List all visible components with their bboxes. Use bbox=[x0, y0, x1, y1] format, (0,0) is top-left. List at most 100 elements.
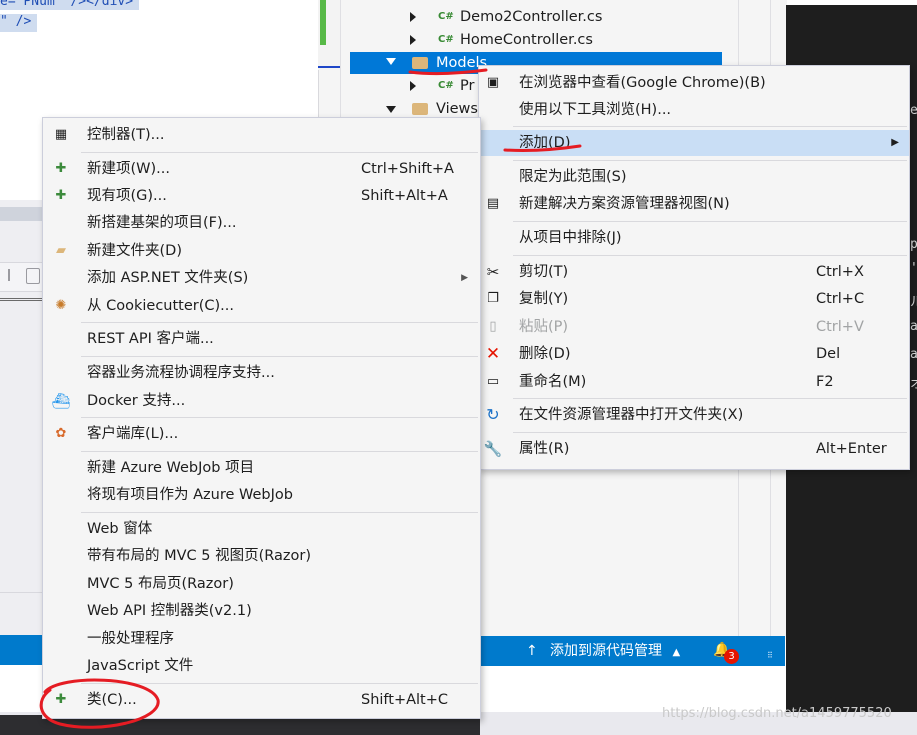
toolbar-icon[interactable] bbox=[8, 269, 20, 281]
menu-item-rename[interactable]: ▭ 重命名(M) F2 bbox=[479, 369, 909, 395]
menu-separator bbox=[513, 398, 907, 399]
submenu-item-webapi-controller[interactable]: Web API 控制器类(v2.1) bbox=[43, 598, 480, 624]
editor-toolbar bbox=[0, 262, 44, 292]
expand-arrow-icon[interactable] bbox=[410, 81, 416, 91]
code-line[interactable]: " /> bbox=[0, 14, 38, 32]
menu-item-copy[interactable]: ❐ 复制(Y) Ctrl+C bbox=[479, 286, 909, 312]
menu-item-add[interactable]: 添加(D) ▶ bbox=[479, 130, 909, 156]
code-fragment: a bbox=[910, 347, 917, 362]
submenu-item-controller[interactable]: ▦ 控制器(T)... bbox=[43, 122, 480, 148]
caret-up-icon: ▲ bbox=[672, 647, 681, 658]
submenu-item-aspnet-folder[interactable]: 添加 ASP.NET 文件夹(S) ▶ bbox=[43, 265, 480, 291]
menu-item-view-in-browser[interactable]: ▣ 在浏览器中查看(Google Chrome)(B) bbox=[479, 70, 909, 96]
code-fragment: e bbox=[910, 103, 917, 118]
menu-separator bbox=[513, 160, 907, 161]
submenu-item-existing-item[interactable]: ✚ 现有项(G)... Shift+Alt+A bbox=[43, 183, 480, 209]
menu-item-delete[interactable]: ✕ 删除(D) Del bbox=[479, 341, 909, 367]
resize-grip-icon[interactable]: ⠿ bbox=[767, 651, 773, 660]
scroll-marker bbox=[318, 66, 340, 68]
tree-item-label: Demo2Controller.cs bbox=[460, 9, 603, 25]
scissors-icon: ✂ bbox=[486, 263, 500, 281]
rename-icon: ▭ bbox=[486, 374, 500, 389]
add-submenu: ▦ 控制器(T)... ✚ 新建项(W)... Ctrl+Shift+A ✚ 现… bbox=[42, 117, 481, 719]
new-item-icon: ✚ bbox=[55, 161, 67, 176]
cookiecutter-icon: ✺ bbox=[55, 298, 67, 313]
delete-x-icon: ✕ bbox=[485, 344, 501, 364]
menu-separator bbox=[81, 451, 478, 452]
menu-separator bbox=[81, 152, 478, 153]
arrow-up-icon: ↑ bbox=[526, 643, 538, 659]
code-fragment: ' bbox=[910, 261, 917, 276]
add-to-source-control-button[interactable]: 添加到源代码管理 ▲ bbox=[550, 636, 680, 668]
menu-item-browse-with[interactable]: 使用以下工具浏览(H)... bbox=[479, 97, 909, 123]
submenu-item-existing-as-webjob[interactable]: 将现有项目作为 Azure WebJob bbox=[43, 482, 480, 508]
submenu-item-javascript-file[interactable]: JavaScript 文件 bbox=[43, 653, 480, 679]
code-fragment: ル bbox=[910, 295, 917, 310]
menu-separator bbox=[81, 322, 478, 323]
submenu-arrow-icon: ▶ bbox=[461, 273, 468, 283]
existing-item-icon: ✚ bbox=[55, 188, 67, 203]
menu-item-new-explorer-view[interactable]: ▤ 新建解决方案资源管理器视图(N) bbox=[479, 191, 909, 217]
csharp-file-icon: C# bbox=[438, 80, 454, 91]
source-control-label: 添加到源代码管理 bbox=[550, 643, 662, 659]
new-folder-icon: ▰ bbox=[56, 243, 66, 258]
toolbar-icon[interactable] bbox=[26, 268, 40, 284]
submenu-item-rest-api-client[interactable]: REST API 客户端... bbox=[43, 326, 480, 352]
browser-view-icon: ▣ bbox=[486, 75, 500, 90]
expand-arrow-icon[interactable] bbox=[410, 12, 416, 22]
watermark-text: https://blog.csdn.net/a1459775520 bbox=[662, 706, 892, 721]
submenu-item-generic-handler[interactable]: 一般处理程序 bbox=[43, 626, 480, 652]
tree-item-label: HomeController.cs bbox=[460, 32, 593, 48]
menu-separator bbox=[81, 417, 478, 418]
menu-separator bbox=[81, 512, 478, 513]
menu-item-paste[interactable]: ▯ 粘贴(P) Ctrl+V bbox=[479, 314, 909, 340]
folder-icon bbox=[412, 103, 428, 115]
submenu-item-new-item[interactable]: ✚ 新建项(W)... Ctrl+Shift+A bbox=[43, 156, 480, 182]
submenu-item-cookiecutter[interactable]: ✺ 从 Cookiecutter(C)... bbox=[43, 293, 480, 319]
menu-separator bbox=[81, 356, 478, 357]
wrench-icon: 🔧 bbox=[483, 440, 503, 458]
menu-separator bbox=[81, 683, 478, 684]
status-bar-left bbox=[0, 635, 44, 665]
collapse-arrow-icon[interactable] bbox=[386, 58, 396, 65]
menu-item-open-in-file-explorer[interactable]: ↻ 在文件资源管理器中打开文件夹(X) bbox=[479, 402, 909, 428]
status-bar: ↑ 添加到源代码管理 ▲ 🔔 3 ⠿ bbox=[480, 636, 785, 666]
csharp-file-icon: C# bbox=[438, 34, 454, 45]
editor-tab-strip bbox=[0, 207, 44, 221]
code-line[interactable]: e= PNum" /></div> bbox=[0, 0, 140, 10]
submenu-item-docker-support[interactable]: ⛴ Docker 支持... bbox=[43, 388, 480, 414]
new-view-icon: ▤ bbox=[486, 196, 500, 211]
submenu-item-orchestrator-support[interactable]: 容器业务流程协调程序支持... bbox=[43, 360, 480, 386]
menu-separator bbox=[513, 126, 907, 127]
class-icon: ✚ bbox=[55, 692, 67, 707]
submenu-item-scaffolded-item[interactable]: 新搭建基架的项目(F)... bbox=[43, 210, 480, 236]
submenu-item-client-library[interactable]: ✿ 客户端库(L)... bbox=[43, 421, 480, 447]
open-folder-arrow-icon: ↻ bbox=[486, 405, 500, 424]
menu-item-scope-to-this[interactable]: 限定为此范围(S) bbox=[479, 164, 909, 190]
expand-arrow-icon[interactable] bbox=[410, 35, 416, 45]
paste-icon: ▯ bbox=[489, 319, 497, 334]
change-indicator bbox=[320, 0, 326, 45]
client-library-icon: ✿ bbox=[55, 426, 67, 441]
submenu-item-azure-webjob-project[interactable]: 新建 Azure WebJob 项目 bbox=[43, 455, 480, 481]
copy-icon: ❐ bbox=[487, 291, 499, 306]
menu-item-exclude-from-project[interactable]: 从项目中排除(J) bbox=[479, 225, 909, 251]
context-menu: ▣ 在浏览器中查看(Google Chrome)(B) 使用以下工具浏览(H).… bbox=[478, 65, 910, 470]
menu-item-cut[interactable]: ✂ 剪切(T) Ctrl+X bbox=[479, 259, 909, 285]
submenu-item-mvc5-view-page[interactable]: 带有布局的 MVC 5 视图页(Razor) bbox=[43, 543, 480, 569]
code-fragment: オ bbox=[910, 377, 917, 392]
submenu-arrow-icon: ▶ bbox=[891, 137, 899, 148]
tree-item-label: Pr bbox=[460, 78, 475, 94]
submenu-item-new-folder[interactable]: ▰ 新建文件夹(D) bbox=[43, 238, 480, 264]
docker-icon: ⛴ bbox=[51, 392, 71, 410]
submenu-item-mvc5-layout-page[interactable]: MVC 5 布局页(Razor) bbox=[43, 571, 480, 597]
notification-badge: 3 bbox=[724, 649, 739, 664]
collapse-arrow-icon[interactable] bbox=[386, 106, 396, 113]
code-fragment: p bbox=[910, 237, 917, 252]
menu-item-properties[interactable]: 🔧 属性(R) Alt+Enter bbox=[479, 436, 909, 462]
controller-icon: ▦ bbox=[54, 127, 68, 142]
submenu-item-web-form[interactable]: Web 窗体 bbox=[43, 516, 480, 542]
dashed-separator bbox=[0, 298, 44, 301]
code-fragment: a bbox=[910, 319, 917, 334]
submenu-item-class[interactable]: ✚ 类(C)... Shift+Alt+C bbox=[43, 687, 480, 713]
